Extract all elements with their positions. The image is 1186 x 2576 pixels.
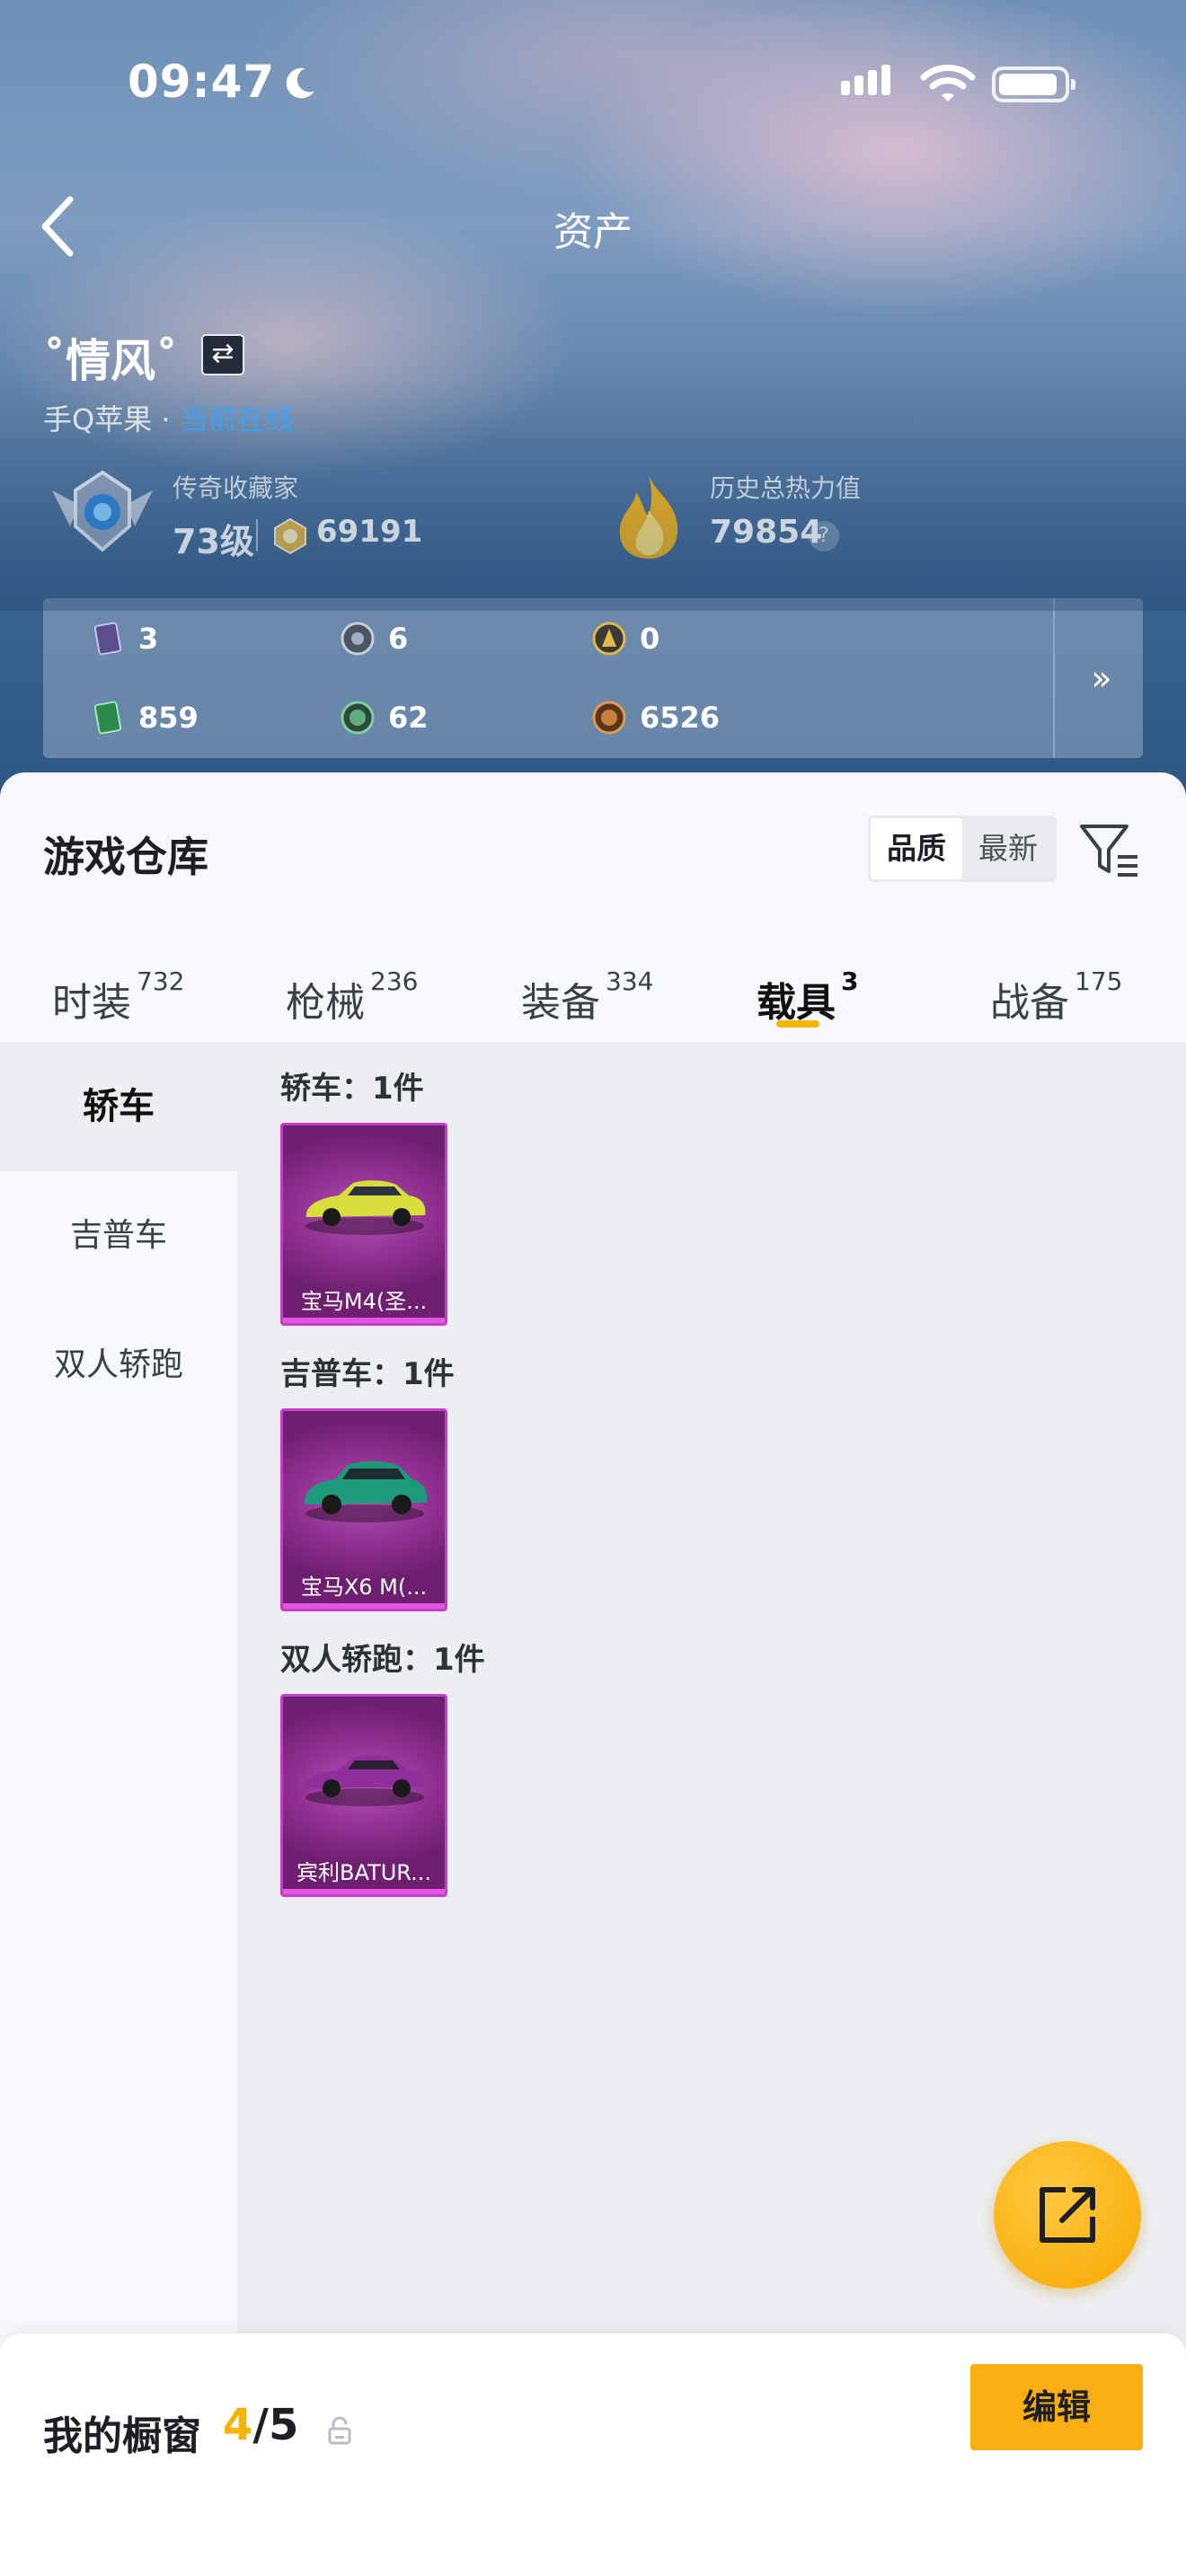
showcase-label: 我的橱窗	[43, 2413, 201, 2459]
tab-label: 时装	[52, 980, 131, 1026]
gold-token-icon	[592, 622, 626, 656]
moon-icon	[286, 67, 314, 99]
heat-label: 历史总热力值	[710, 473, 862, 503]
showcase-count: 4/5	[223, 2400, 298, 2450]
tab-count: 175	[1075, 966, 1123, 996]
showcase-total: 5	[268, 2400, 299, 2450]
platform-label: 手Q苹果	[43, 402, 153, 437]
resource-item: 6526	[591, 695, 720, 740]
tab-count: 334	[606, 966, 654, 996]
active-tab-indicator	[776, 1020, 819, 1028]
platform-info: 手Q苹果 · 当前在线	[43, 397, 295, 438]
resource-item: 6	[340, 616, 408, 661]
resource-value: 859	[138, 701, 199, 735]
tab-label: 枪械	[286, 980, 365, 1026]
help-icon[interactable]: ?	[809, 521, 839, 551]
tab-count: 732	[137, 966, 185, 996]
chevron-left-icon[interactable]	[32, 190, 86, 262]
share-button[interactable]	[994, 2141, 1141, 2289]
group-title: 吉普车：1件	[280, 1356, 455, 1392]
collector-title: 传奇收藏家	[173, 473, 299, 503]
sidebar-item-jeep[interactable]: 吉普车	[0, 1171, 237, 1301]
sidebar-item-coupe[interactable]: 双人轿跑	[0, 1301, 237, 1430]
vehicle-name: 宾利BATUR...	[296, 1860, 431, 1885]
vehicle-card[interactable]: 宾利BATUR...	[280, 1694, 447, 1897]
bronze-coin-icon	[592, 701, 626, 735]
green-card-icon	[93, 701, 122, 735]
resource-item: 859	[90, 695, 199, 740]
tab-label: 载具	[757, 980, 836, 1026]
resources-panel: 3 6 0 859 62 6526 »	[43, 598, 1143, 758]
silver-token-icon	[341, 622, 375, 656]
resource-item: 62	[340, 695, 429, 740]
card-icon	[93, 622, 122, 656]
group-title: 双人轿跑：1件	[280, 1642, 485, 1678]
resource-item: 0	[591, 616, 659, 661]
showcase-bar: 我的橱窗 4/5 编辑	[0, 2333, 1186, 2576]
warehouse-sheet: 游戏仓库 品质 最新 时装 732 枪械 236 装备 334 载具 3 战备 175 轿…	[0, 772, 1186, 2576]
player-name: ˚情风˚	[43, 335, 178, 387]
tab-count: 3	[841, 966, 859, 996]
resources-divider	[1053, 598, 1055, 758]
showcase-separator: /	[252, 2400, 269, 2450]
tab-label: 装备	[521, 980, 600, 1026]
sort-quality-button[interactable]: 品质	[871, 818, 962, 879]
vehicle-name: 宝马X6 M(...	[300, 1575, 428, 1600]
edit-button[interactable]: 编辑	[970, 2364, 1143, 2450]
warehouse-content: 轿车 吉普车 双人轿跑 轿车：1件 宝马M4(圣... 吉普车：1件 宝马X6 …	[0, 1042, 1186, 2443]
platform-separator: ·	[161, 402, 171, 437]
category-tabs: 时装 732 枪械 236 装备 334 载具 3 战备 175	[0, 943, 1186, 1042]
player-level: 73级	[173, 522, 254, 561]
resources-more-button[interactable]: »	[1060, 598, 1143, 758]
profile-header-background: 09:47 资产 ˚情风˚ ⇄ 手Q苹果 · 当前在线 传奇收藏家 73级 69…	[0, 0, 1186, 808]
resource-item: 3	[90, 616, 158, 661]
category-sidebar: 轿车 吉普车 双人轿跑	[0, 1042, 237, 2443]
jade-coin-icon	[341, 701, 375, 735]
vehicle-name: 宝马M4(圣...	[300, 1289, 428, 1314]
warehouse-title: 游戏仓库	[43, 833, 208, 881]
sort-latest-button[interactable]: 最新	[962, 818, 1054, 879]
group-title: 轿车：1件	[280, 1071, 424, 1107]
car-icon	[305, 1460, 428, 1522]
vehicle-card[interactable]: 宝马M4(圣...	[280, 1123, 447, 1326]
status-time: 09:47	[128, 56, 276, 108]
resource-value: 6	[388, 622, 409, 656]
resource-value: 6526	[640, 701, 721, 735]
legend-collector-badge-icon	[52, 470, 153, 552]
page-title: 资产	[553, 209, 633, 255]
wifi-icon	[920, 65, 976, 101]
heat-value: 79854	[710, 514, 823, 551]
share-icon	[1040, 2187, 1095, 2243]
tab-count: 236	[370, 966, 419, 996]
status-bar: 09:47	[0, 54, 1186, 117]
sidebar-item-sedan[interactable]: 轿车	[0, 1042, 237, 1171]
online-status: 当前在线	[179, 402, 295, 437]
vehicle-card[interactable]: 宝马X6 M(...	[280, 1408, 447, 1611]
resource-value: 0	[640, 622, 660, 656]
showcase-current: 4	[223, 2400, 253, 2450]
car-icon	[305, 1755, 428, 1806]
signal-icon	[841, 65, 890, 95]
flame-icon	[619, 474, 678, 559]
sort-toggle: 品质 最新	[868, 816, 1057, 882]
resource-value: 62	[388, 701, 429, 735]
tab-label: 战备	[990, 980, 1069, 1026]
collection-points: 69191	[316, 514, 423, 550]
switch-account-button[interactable]: ⇄	[201, 334, 244, 375]
stat-divider	[256, 519, 258, 551]
collection-points-icon	[274, 517, 306, 555]
resource-value: 3	[138, 622, 159, 656]
battery-icon	[992, 66, 1075, 102]
filter-icon[interactable]	[1078, 817, 1141, 880]
car-icon	[305, 1180, 426, 1235]
lock-icon	[328, 2416, 351, 2445]
